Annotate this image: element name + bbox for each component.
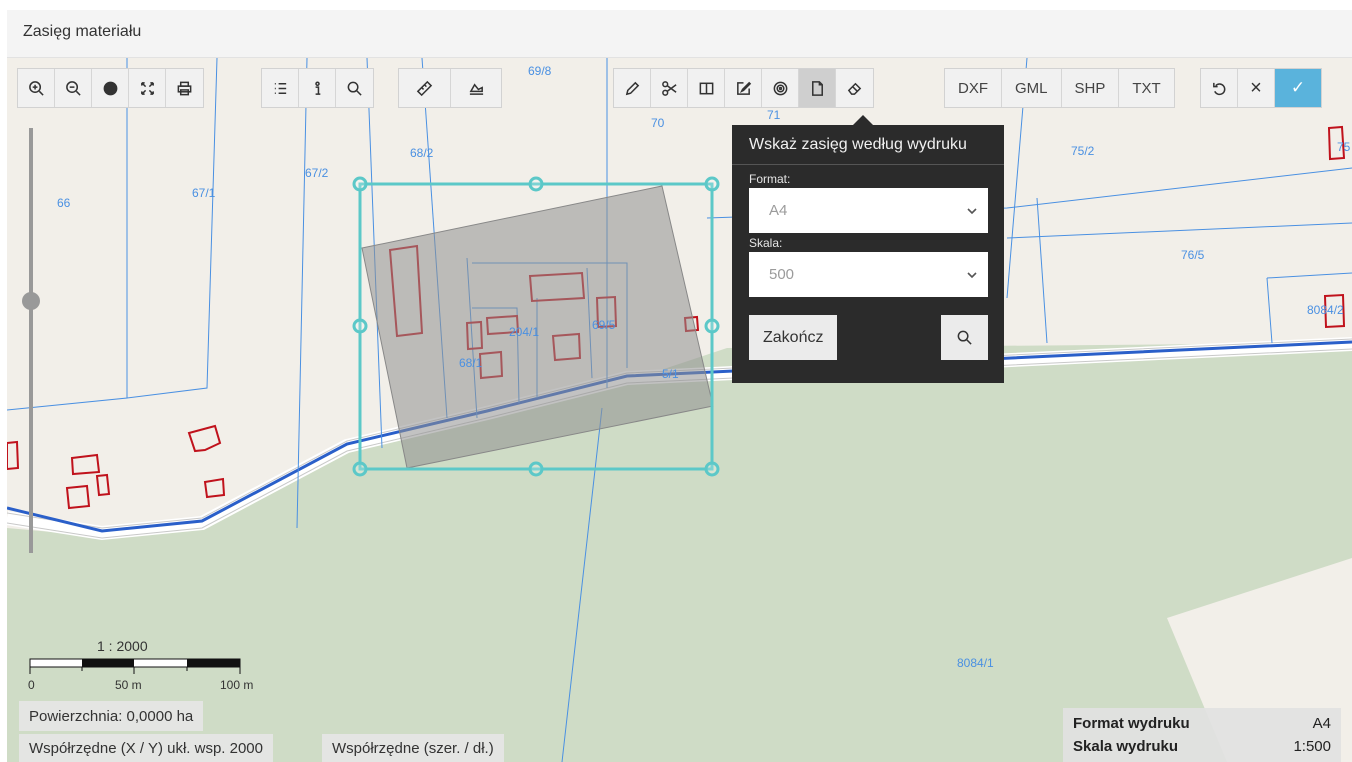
measure-distance-button[interactable]	[399, 69, 451, 107]
scale-bar	[29, 658, 241, 674]
parcel-label: 69/5	[592, 318, 616, 332]
scale-value: 500	[769, 266, 795, 283]
globe-icon	[103, 81, 117, 95]
parcel-label: 67/1	[192, 186, 216, 200]
parcel-label: 67/2	[305, 166, 329, 180]
search-icon	[347, 81, 362, 96]
parcel-label: 71	[767, 108, 781, 122]
panel-title: Zasięg materiału	[23, 23, 142, 40]
parcel-label: 76/5	[1181, 248, 1205, 262]
coords-geo-readout: Współrzędne (szer. / dł.)	[322, 734, 504, 762]
measure-area-button[interactable]	[451, 69, 501, 107]
parcel-label: 70	[651, 116, 665, 130]
print-button[interactable]	[166, 69, 203, 107]
toolbar-navigation	[17, 68, 204, 108]
export-dxf-button[interactable]: DXF	[945, 69, 1002, 107]
zoom-in-button[interactable]	[18, 69, 55, 107]
parcel-label: 75/2	[1071, 144, 1095, 158]
toolbar-actions: × ✓	[1200, 68, 1322, 108]
panel-header: Zasięg materiału	[7, 10, 1352, 58]
chevron-down-icon	[967, 271, 977, 278]
scissors-icon	[661, 80, 677, 96]
zoom-in-icon	[28, 80, 44, 96]
toolbar-edit	[613, 68, 874, 108]
confirm-button[interactable]: ✓	[1275, 69, 1321, 107]
search-icon	[957, 330, 972, 345]
map-canvas[interactable]	[7, 58, 1352, 762]
format-value: A4	[769, 202, 788, 219]
parcel-label: 68/1	[459, 356, 483, 370]
scale-tick-50: 50 m	[115, 678, 142, 692]
area-readout: Powierzchnia: 0,0000 ha	[19, 701, 204, 731]
print-scale-key: Skala wydruku	[1073, 738, 1179, 755]
parcel-label: 5/1	[662, 367, 679, 381]
erase-button[interactable]	[836, 69, 873, 107]
print-format-row: Format wydruku A4	[1073, 712, 1331, 735]
search-button[interactable]	[336, 69, 373, 107]
zoom-slider[interactable]	[29, 128, 33, 553]
parcel-label: 75	[1337, 140, 1351, 154]
toolbar-measure	[398, 68, 502, 108]
print-format-key: Format wydruku	[1073, 715, 1190, 732]
edit-icon	[736, 81, 751, 95]
scale-title: 1 : 2000	[97, 638, 148, 654]
parcel-label: 204/1	[509, 325, 540, 339]
identify-button[interactable]	[299, 69, 336, 107]
popup-title: Wskaż zasięg według wydruku	[732, 125, 1004, 165]
print-extent-popup: Wskaż zasięg według wydruku Format: A4 S…	[732, 115, 1004, 383]
split-button[interactable]	[688, 69, 725, 107]
parcel-label: 66	[57, 196, 71, 210]
parcel-label: 68/2	[410, 146, 434, 160]
parcel-label: 8084/2	[1307, 303, 1344, 317]
print-extent-button[interactable]	[799, 69, 836, 107]
columns-icon	[699, 82, 713, 94]
eraser-icon	[847, 82, 862, 95]
ruler-icon	[416, 80, 433, 96]
export-gml-button[interactable]: GML	[1002, 69, 1062, 107]
print-scale-value: 1:500	[1293, 738, 1331, 755]
zoom-out-button[interactable]	[55, 69, 92, 107]
export-txt-button[interactable]: TXT	[1119, 69, 1173, 107]
format-label: Format:	[749, 172, 791, 186]
coords-xy-readout: Współrzędne (X / Y) ukł. wsp. 2000	[19, 734, 273, 762]
print-format-value: A4	[1312, 715, 1331, 732]
target-icon	[773, 81, 787, 95]
cut-button[interactable]	[651, 69, 688, 107]
zoom-slider-handle[interactable]	[22, 292, 40, 310]
cancel-button[interactable]: ×	[1238, 69, 1275, 107]
toolbar-export: DXF GML SHP TXT	[944, 68, 1175, 108]
scale-select[interactable]: 500	[749, 252, 988, 297]
undo-button[interactable]	[1201, 69, 1238, 107]
parcel-label: 8084/1	[957, 656, 994, 670]
popup-footer: Zakończ	[749, 315, 988, 360]
undo-icon	[1212, 82, 1225, 95]
scale-label: Skala:	[749, 236, 783, 250]
printer-icon	[177, 81, 192, 95]
buffer-button[interactable]	[762, 69, 799, 107]
format-select[interactable]: A4	[749, 188, 988, 233]
print-info-panel: Format wydruku A4 Skala wydruku 1:500	[1063, 708, 1341, 762]
chevron-down-icon	[967, 207, 977, 214]
full-extent-button[interactable]	[92, 69, 129, 107]
expand-icon	[140, 81, 154, 95]
draw-button[interactable]	[614, 69, 651, 107]
map-view[interactable]: 66 67/1 67/2 68/2 69/8 70 71 75/2 75 76/…	[7, 58, 1352, 762]
edit-button[interactable]	[725, 69, 762, 107]
fullscreen-button[interactable]	[129, 69, 166, 107]
zoom-out-icon	[65, 80, 81, 96]
finish-button[interactable]: Zakończ	[749, 315, 838, 360]
list-icon	[274, 82, 286, 94]
scale-tick-100: 100 m	[220, 678, 254, 692]
parcel-label: 69/8	[528, 64, 552, 78]
toolbar-info	[261, 68, 374, 108]
pencil-icon	[625, 81, 639, 95]
page-icon	[811, 80, 823, 96]
info-icon	[314, 81, 320, 95]
scale-tick-0: 0	[28, 678, 35, 692]
legend-button[interactable]	[262, 69, 299, 107]
area-icon	[469, 82, 483, 95]
zoom-to-extent-button[interactable]	[941, 315, 988, 360]
print-scale-row: Skala wydruku 1:500	[1073, 735, 1331, 758]
export-shp-button[interactable]: SHP	[1062, 69, 1120, 107]
